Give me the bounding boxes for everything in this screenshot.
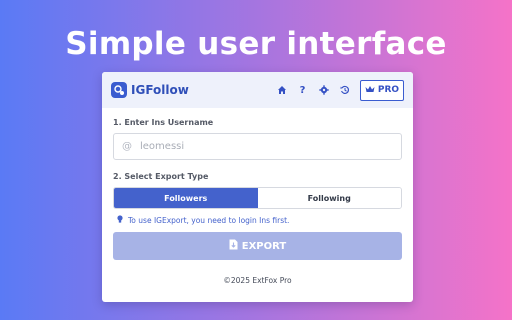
crown-icon — [365, 85, 375, 96]
export-type-toggle: Followers Following — [113, 187, 402, 209]
at-symbol: @ — [122, 141, 132, 152]
home-icon[interactable] — [275, 84, 288, 97]
step1-label: 1. Enter Ins Username — [113, 118, 214, 127]
following-tab[interactable]: Following — [257, 188, 401, 208]
bulb-icon — [117, 215, 123, 226]
extension-popup: IGFollow ? PRO 1. Enter Ins Username @ l… — [102, 72, 413, 302]
login-tip: To use IGExport, you need to login Ins f… — [117, 215, 402, 226]
step2-label: 2. Select Export Type — [113, 172, 209, 181]
file-export-icon — [229, 239, 238, 253]
username-field[interactable]: @ — [113, 133, 402, 160]
help-icon[interactable]: ? — [296, 84, 309, 97]
username-input[interactable] — [140, 141, 393, 152]
main-content: 1. Enter Ins Username @ 2. Select Export… — [102, 108, 413, 285]
settings-icon[interactable] — [317, 84, 330, 97]
footer-copyright: ©2025 ExtFox Pro — [223, 276, 292, 285]
pro-button[interactable]: PRO — [360, 79, 404, 101]
app-name: IGFollow — [131, 83, 189, 97]
export-button[interactable]: EXPORT — [113, 232, 402, 260]
top-bar: IGFollow ? PRO — [102, 72, 413, 108]
pro-label: PRO — [377, 85, 400, 95]
history-icon[interactable] — [338, 84, 351, 97]
headline: Simple user interface — [65, 26, 447, 62]
followers-tab[interactable]: Followers — [114, 188, 258, 208]
export-label: EXPORT — [241, 240, 287, 252]
tip-text: To use IGExport, you need to login Ins f… — [128, 216, 290, 225]
app-logo-icon — [111, 82, 127, 98]
